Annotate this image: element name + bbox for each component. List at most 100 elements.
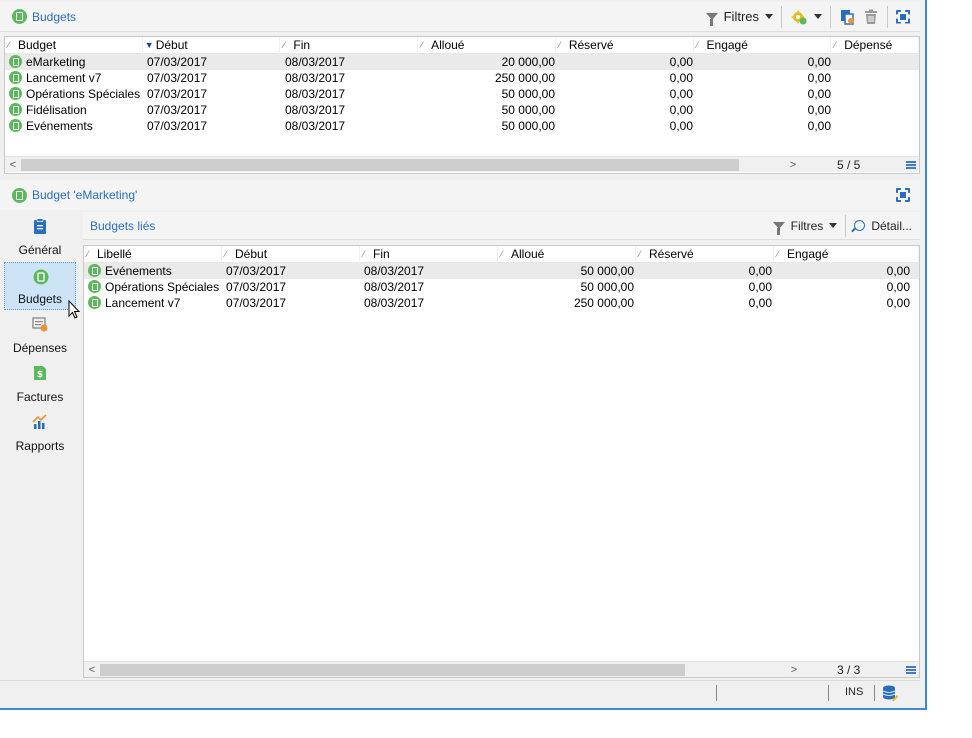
table-cell-alloue: 250 000,00	[494, 71, 555, 85]
table-row[interactable]: eMarketing 07/03/2017 08/03/2017 20 000,00 0…	[5, 54, 919, 70]
budget-icon	[9, 87, 22, 100]
table-cell-engage: 0,00	[807, 119, 831, 133]
column-header[interactable]: ⁄ Alloué	[418, 37, 556, 54]
maximize-button[interactable]	[892, 183, 920, 207]
page-counter: 3 / 3	[837, 663, 861, 677]
scroll-right-icon[interactable]: >	[785, 159, 801, 171]
horizontal-scrollbar[interactable]: < > 3 / 3	[84, 661, 919, 677]
column-header[interactable]: ⁄ Réservé	[556, 37, 694, 54]
table-cell-fin: 08/03/2017	[285, 119, 346, 133]
table-cell-name: Lancement v7	[84, 295, 222, 311]
filters-dropdown[interactable]: Filtres	[769, 214, 842, 238]
budgets-grid: ⁄ Budget ▼ Début ⁄ Fin ⁄ Alloué ⁄ Réservé ⁄ En…	[4, 36, 920, 174]
table-cell-debut: 07/03/2017	[226, 264, 287, 278]
table-cell-debut: 07/03/2017	[147, 119, 208, 133]
sidebar-item-general[interactable]: Général	[4, 212, 76, 260]
column-header[interactable]: ⁄ Fin	[360, 246, 498, 263]
sidebar-item-reports[interactable]: Rapports	[4, 408, 76, 456]
delete-button[interactable]	[859, 5, 883, 29]
column-header-sorted[interactable]: ▼ Début	[143, 37, 281, 54]
table-cell-alloue: 50 000,00	[580, 264, 634, 278]
table-cell-reserve: 0,00	[669, 71, 693, 85]
table-cell-fin: 08/03/2017	[285, 103, 346, 117]
table-cell-debut: 07/03/2017	[147, 55, 208, 69]
sidebar-item-budgets[interactable]: Budgets	[4, 262, 76, 310]
detail-sidebar: Général Budgets Dépenses $ Factures Rapp…	[3, 210, 79, 676]
maximize-button[interactable]	[892, 5, 920, 29]
list-menu-icon[interactable]	[906, 666, 916, 674]
column-header[interactable]: ⁄ Fin	[280, 37, 419, 54]
filters-dropdown[interactable]: Filtres	[702, 5, 777, 29]
scroll-left-icon[interactable]: <	[84, 664, 100, 676]
sidebar-item-expenses[interactable]: Dépenses	[4, 310, 76, 358]
table-row[interactable]: Evénements 07/03/2017 08/03/2017 50 000,00 0…	[84, 263, 919, 279]
budget-icon	[12, 187, 27, 203]
table-row[interactable]: Lancement v7 07/03/2017 08/03/2017 250 000,…	[5, 70, 919, 86]
table-cell-debut: 07/03/2017	[226, 280, 287, 294]
linked-budgets-header: Budgets liés Filtres Détail...	[83, 212, 920, 240]
table-row[interactable]: Opérations Spéciales 07/03/2017 08/03/2017…	[84, 279, 919, 295]
table-cell-fin: 08/03/2017	[285, 55, 346, 69]
table-cell-alloue: 20 000,00	[501, 55, 555, 69]
budget-icon	[9, 103, 22, 116]
table-cell-reserve: 0,00	[748, 280, 772, 294]
table-cell-engage: 0,00	[807, 55, 831, 69]
budget-icon	[9, 71, 22, 84]
table-row[interactable]: Fidélisation 07/03/2017 08/03/2017 50 000,0…	[5, 102, 919, 118]
scroll-right-icon[interactable]: >	[786, 664, 802, 676]
table-cell-name: Opérations Spéciales	[5, 86, 143, 102]
table-cell-reserve: 0,00	[748, 296, 772, 310]
table-cell-name: Evénements	[5, 118, 143, 134]
table-cell-engage: 0,00	[886, 280, 910, 294]
column-header[interactable]: ⁄ Libellé	[84, 246, 222, 263]
table-cell-engage: 0,00	[807, 103, 831, 117]
expenses-icon	[32, 317, 48, 332]
mouse-cursor-icon	[68, 300, 80, 319]
svg-text:$: $	[37, 370, 43, 380]
table-row[interactable]: Opérations Spéciales 07/03/2017 08/03/2017…	[5, 86, 919, 102]
grid-header: ⁄ Libellé ⁄ Début ⁄ Fin ⁄ Alloué ⁄ Réservé ⁄ E…	[84, 246, 919, 263]
page-counter: 5 / 5	[837, 158, 861, 172]
table-cell-reserve: 0,00	[669, 87, 693, 101]
budget-icon	[88, 296, 101, 309]
table-cell-reserve: 0,00	[669, 103, 693, 117]
sidebar-item-invoices[interactable]: $ Factures	[4, 359, 76, 407]
budget-detail-header: Budget 'eMarketing'	[0, 180, 920, 210]
chart-icon	[32, 414, 47, 429]
horizontal-scrollbar[interactable]: < > 5 / 5	[5, 156, 919, 172]
table-cell-debut: 07/03/2017	[147, 87, 208, 101]
copy-icon	[841, 9, 854, 25]
database-icon[interactable]	[881, 684, 899, 702]
funnel-icon	[772, 222, 785, 235]
grid-body: eMarketing 07/03/2017 08/03/2017 20 000,00 0…	[5, 54, 919, 134]
new-item-button[interactable]	[786, 5, 826, 29]
detail-button[interactable]: Détail...	[850, 214, 920, 238]
table-cell-fin: 08/03/2017	[285, 71, 346, 85]
duplicate-button[interactable]	[835, 5, 859, 29]
table-row[interactable]: Evénements 07/03/2017 08/03/2017 50 000,00 0…	[5, 118, 919, 134]
maximize-icon	[896, 188, 910, 202]
column-header[interactable]: ⁄ Engagé	[694, 37, 832, 54]
list-menu-icon[interactable]	[906, 161, 916, 169]
column-header[interactable]: ⁄ Alloué	[498, 246, 636, 263]
table-row[interactable]: Lancement v7 07/03/2017 08/03/2017 250 000,…	[84, 295, 919, 311]
budget-icon	[88, 280, 101, 293]
column-header[interactable]: ⁄ Engagé	[774, 246, 919, 263]
scroll-thumb[interactable]	[21, 158, 739, 171]
trash-icon	[865, 9, 877, 24]
table-cell-name: Opérations Spéciales	[84, 279, 222, 295]
table-cell-fin: 08/03/2017	[285, 87, 346, 101]
column-header[interactable]: ⁄ Début	[222, 246, 360, 263]
budget-icon	[12, 9, 27, 24]
scroll-thumb[interactable]	[100, 663, 685, 676]
column-header[interactable]: ⁄ Budget	[5, 37, 143, 54]
table-cell-name: Evénements	[84, 263, 222, 279]
table-cell-debut: 07/03/2017	[147, 103, 208, 117]
grid-body: Evénements 07/03/2017 08/03/2017 50 000,00 0…	[84, 263, 919, 311]
budget-icon	[88, 264, 101, 277]
scroll-left-icon[interactable]: <	[5, 159, 21, 171]
table-cell-reserve: 0,00	[748, 264, 772, 278]
budget-icon	[9, 119, 22, 132]
column-header[interactable]: ⁄ Dépensé	[831, 37, 919, 54]
column-header[interactable]: ⁄ Réservé	[636, 246, 774, 263]
